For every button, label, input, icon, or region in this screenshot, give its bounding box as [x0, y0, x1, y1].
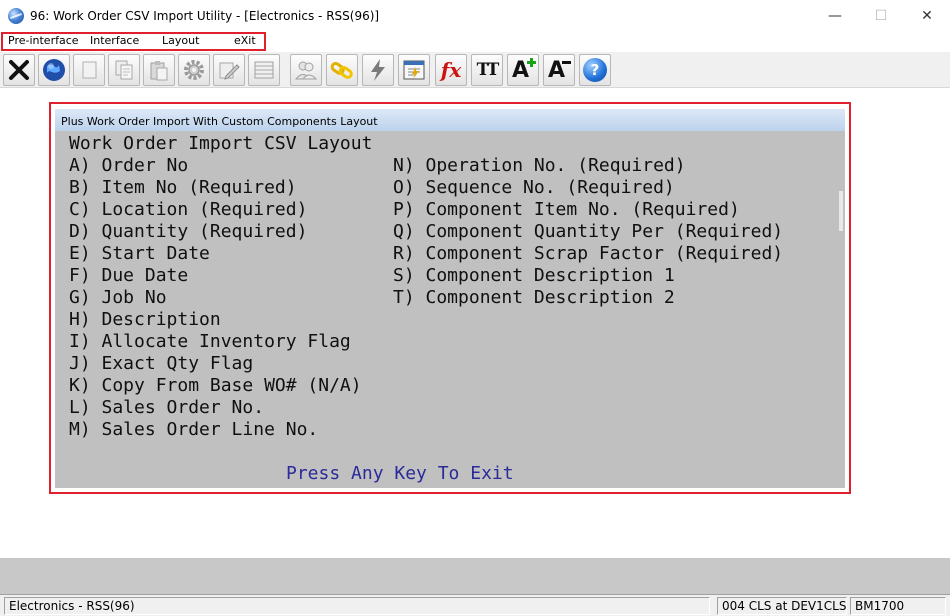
exit-prompt[interactable]: Press Any Key To Exit [286, 463, 514, 485]
toolbar-button-paste[interactable] [143, 54, 175, 86]
right-field-line: O) Sequence No. (Required) [393, 177, 675, 198]
app-globe-icon [8, 7, 24, 24]
title-bar: 96: Work Order CSV Import Utility - [Ele… [0, 0, 950, 31]
dialog-title: Plus Work Order Import With Custom Compo… [55, 109, 845, 131]
status-company: Electronics - RSS(96) [4, 597, 710, 615]
menu-bar: Pre-interface Interface Layout eXit [0, 31, 950, 51]
layout-heading: Work Order Import CSV Layout [69, 133, 373, 154]
copy-icon [115, 60, 133, 80]
toolbar-button-globe[interactable] [38, 54, 70, 86]
toolbar-button-help[interactable]: ? [579, 54, 611, 86]
menu-interface[interactable]: Interface [90, 34, 139, 47]
toolbar-button-increase-font[interactable]: A [507, 54, 539, 86]
minimize-button[interactable]: — [812, 0, 858, 31]
right-field-line: N) Operation No. (Required) [393, 155, 686, 176]
globe-icon [43, 59, 65, 81]
left-field-line: F) Due Date [69, 265, 189, 286]
status-bar: Electronics - RSS(96) 004 CLS at DEV1CLS… [0, 594, 950, 616]
decrease-font-icon: A [546, 57, 572, 83]
toolbar-button-new[interactable] [73, 54, 105, 86]
font-size-icon: TT [476, 60, 500, 80]
right-field-line: P) Component Item No. (Required) [393, 199, 740, 220]
table-icon [254, 61, 274, 79]
toolbar-button-font[interactable]: TT [471, 54, 503, 86]
blank-page-icon [82, 61, 97, 79]
gear-icon [184, 60, 204, 80]
fx-icon: fx [440, 58, 462, 82]
right-field-line: T) Component Description 2 [393, 287, 675, 308]
menu-layout[interactable]: Layout [162, 34, 199, 47]
left-field-line: D) Quantity (Required) [69, 221, 308, 242]
minus-badge [562, 61, 571, 64]
toolbar-button-close[interactable] [3, 54, 35, 86]
link-icon [330, 61, 353, 79]
left-field-line: E) Start Date [69, 243, 210, 264]
toolbar: fx TT A A ? [0, 52, 950, 88]
calculator-icon [403, 60, 425, 80]
toolbar-button-formula[interactable]: fx [435, 54, 467, 86]
left-field-line: M) Sales Order Line No. [69, 419, 319, 440]
toolbar-button-lightning[interactable] [362, 54, 394, 86]
layout-dialog[interactable]: Plus Work Order Import With Custom Compo… [55, 109, 845, 488]
left-field-line: C) Location (Required) [69, 199, 308, 220]
left-field-line: G) Job No [69, 287, 167, 308]
close-button[interactable]: ✕ [904, 0, 950, 31]
status-program: BM1700 [850, 597, 946, 615]
left-field-line: I) Allocate Inventory Flag [69, 331, 351, 352]
left-field-line: J) Exact Qty Flag [69, 353, 254, 374]
maximize-button[interactable]: ☐ [858, 0, 904, 31]
toolbar-button-decrease-font[interactable]: A [543, 54, 575, 86]
right-field-line: Q) Component Quantity Per (Required) [393, 221, 784, 242]
bottom-panel [0, 558, 950, 594]
terminal-scroll-marker [839, 191, 843, 231]
toolbar-button-link[interactable] [326, 54, 358, 86]
edit-icon [219, 62, 240, 80]
terminal-screen[interactable]: Work Order Import CSV Layout A) Order No… [55, 131, 845, 488]
menu-pre-interface[interactable]: Pre-interface [8, 34, 79, 47]
right-field-line: S) Component Description 1 [393, 265, 675, 286]
lightning-icon [371, 59, 385, 81]
toolbar-button-edit[interactable] [213, 54, 245, 86]
increase-font-icon: A [510, 57, 536, 83]
status-session: 004 CLS at DEV1CLS [717, 597, 847, 615]
menu-exit[interactable]: eXit [234, 34, 256, 47]
application-window: 96: Work Order CSV Import Utility - [Ele… [0, 0, 950, 616]
toolbar-button-settings[interactable] [178, 54, 210, 86]
toolbar-button-users[interactable] [290, 54, 322, 86]
right-field-line: R) Component Scrap Factor (Required) [393, 243, 784, 264]
paste-icon [150, 61, 168, 81]
toolbar-button-table[interactable] [248, 54, 280, 86]
left-field-line: B) Item No (Required) [69, 177, 297, 198]
window-controls: — ☐ ✕ [812, 0, 950, 31]
left-field-line: H) Description [69, 309, 221, 330]
left-field-line: A) Order No [69, 155, 189, 176]
toolbar-button-calculator[interactable] [398, 54, 430, 86]
toolbar-button-copy[interactable] [108, 54, 140, 86]
plus-badge [527, 58, 536, 67]
window-title: 96: Work Order CSV Import Utility - [Ele… [30, 8, 380, 23]
users-icon [294, 61, 318, 80]
close-x-icon [9, 60, 29, 80]
help-icon: ? [583, 58, 607, 82]
help-glyph: ? [590, 61, 600, 79]
left-field-line: K) Copy From Base WO# (N/A) [69, 375, 362, 396]
left-field-line: L) Sales Order No. [69, 397, 265, 418]
